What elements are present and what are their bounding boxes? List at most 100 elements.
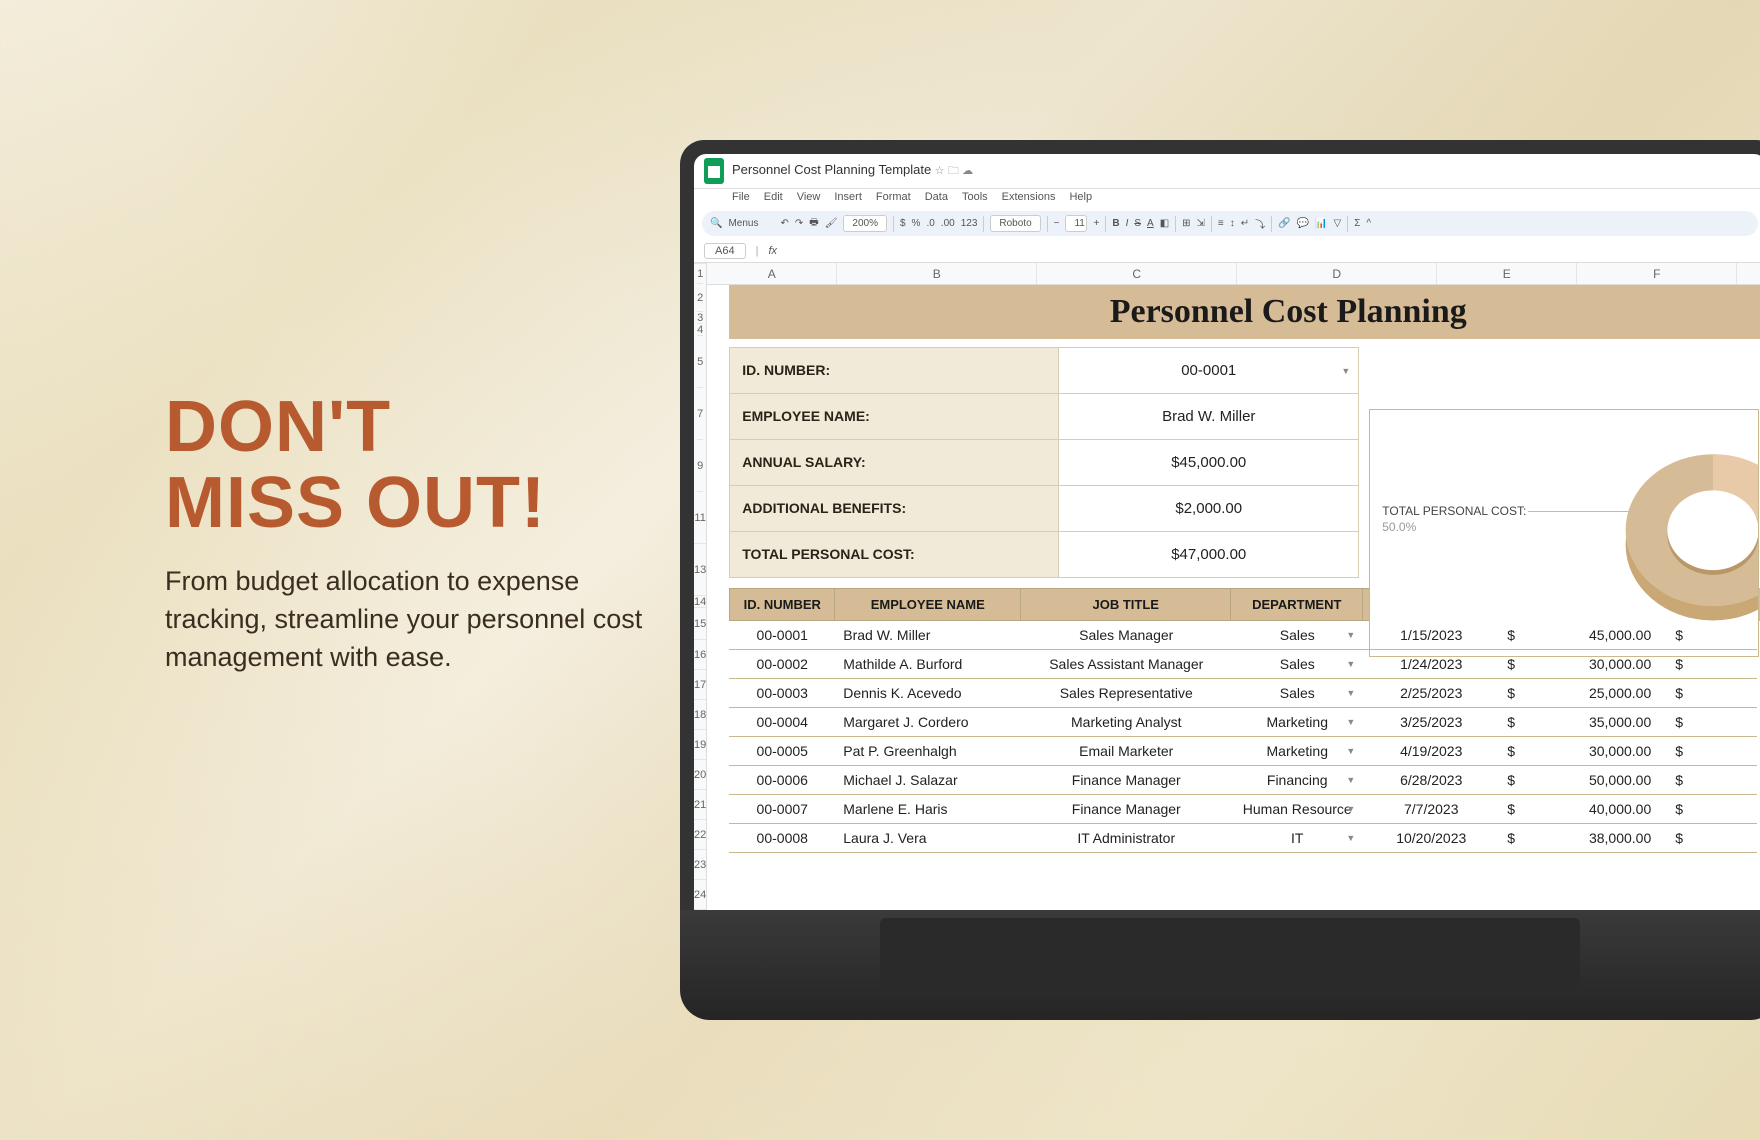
row-header[interactable]: 19	[694, 730, 706, 760]
table-cell[interactable]: $	[1667, 766, 1757, 795]
table-header[interactable]: EMPLOYEE NAME	[835, 588, 1021, 621]
caret-up-icon[interactable]: ^	[1366, 218, 1371, 229]
chart-icon[interactable]: 📊	[1315, 218, 1327, 229]
table-cell[interactable]: 1/24/2023	[1363, 650, 1499, 679]
sigma-icon[interactable]: Σ	[1354, 218, 1360, 229]
row-header[interactable]: 3	[697, 312, 703, 324]
table-row[interactable]: 00-0007Marlene E. HarisFinance ManagerHu…	[729, 795, 1760, 824]
menu-file[interactable]: File	[732, 191, 750, 203]
table-cell[interactable]: 7/7/2023	[1363, 795, 1499, 824]
menu-data[interactable]: Data	[925, 191, 948, 203]
decimal-inc-icon[interactable]: .00	[941, 218, 955, 229]
menu-help[interactable]: Help	[1069, 191, 1092, 203]
table-row[interactable]: 00-0002Mathilde A. BurfordSales Assistan…	[729, 650, 1760, 679]
row-header[interactable]: 4	[697, 324, 703, 336]
table-cell[interactable]: $38,000.00	[1499, 824, 1667, 853]
table-row[interactable]: 00-0004Margaret J. CorderoMarketing Anal…	[729, 708, 1760, 737]
row-header[interactable]: 1	[697, 264, 703, 284]
row-header[interactable]: 14	[694, 596, 706, 608]
table-cell[interactable]: $45,000.00	[1499, 621, 1667, 650]
name-box[interactable]: A64	[704, 243, 746, 259]
table-row[interactable]: 00-0001Brad W. MillerSales ManagerSales▼…	[729, 621, 1760, 650]
decimal-dec-icon[interactable]: .0	[926, 218, 934, 229]
cloud-icon[interactable]: ☁	[962, 165, 973, 177]
chevron-down-icon[interactable]: ▼	[1346, 775, 1355, 785]
row-header[interactable]: 21	[694, 790, 706, 820]
table-row[interactable]: 00-0003Dennis K. AcevedoSales Representa…	[729, 679, 1760, 708]
chevron-down-icon[interactable]: ▼	[1341, 366, 1350, 376]
table-cell[interactable]: $	[1667, 795, 1757, 824]
table-cell[interactable]: 10/20/2023	[1363, 824, 1499, 853]
borders-icon[interactable]: ⊞	[1182, 218, 1190, 229]
comment-icon[interactable]: 💬	[1297, 218, 1309, 229]
grid[interactable]: 123457911131415161718192021222324 ABCDEF…	[694, 263, 1760, 910]
table-cell[interactable]: $30,000.00	[1499, 737, 1667, 766]
row-header[interactable]: 9	[697, 440, 703, 492]
chevron-down-icon[interactable]: ▼	[1346, 630, 1355, 640]
table-cell[interactable]: $	[1667, 679, 1757, 708]
table-cell[interactable]: Sales▼	[1231, 621, 1363, 650]
paint-icon[interactable]: 🖌	[825, 218, 838, 229]
row-header[interactable]: 2	[697, 284, 703, 312]
table-cell[interactable]: $35,000.00	[1499, 708, 1667, 737]
table-cell[interactable]: $	[1667, 650, 1757, 679]
table-cell[interactable]: 00-0008	[729, 824, 835, 853]
table-cell[interactable]: $	[1667, 621, 1757, 650]
row-header[interactable]: 18	[694, 700, 706, 730]
table-cell[interactable]: 3/25/2023	[1363, 708, 1499, 737]
table-cell[interactable]: Sales Representative	[1021, 679, 1231, 708]
row-header[interactable]: 11	[694, 492, 705, 544]
rotate-icon[interactable]: ⤵	[1255, 216, 1265, 231]
table-header[interactable]: ID. NUMBER	[729, 588, 835, 621]
row-header[interactable]: 5	[697, 336, 703, 388]
fx-icon[interactable]: fx	[768, 245, 777, 257]
table-cell[interactable]: 00-0004	[729, 708, 835, 737]
wrap-icon[interactable]: ↵	[1241, 218, 1249, 229]
zoom-select[interactable]: 200%	[843, 215, 887, 232]
table-cell[interactable]: 00-0003	[729, 679, 835, 708]
table-cell[interactable]: Margaret J. Cordero	[835, 708, 1021, 737]
print-icon[interactable]: 🖶	[809, 215, 818, 232]
menu-tools[interactable]: Tools	[962, 191, 988, 203]
table-cell[interactable]: Dennis K. Acevedo	[835, 679, 1021, 708]
row-header[interactable]: 22	[694, 820, 706, 850]
percent-icon[interactable]: %	[912, 218, 921, 229]
chevron-down-icon[interactable]: ▼	[1346, 717, 1355, 727]
chevron-down-icon[interactable]: ▼	[1346, 688, 1355, 698]
font-dec-icon[interactable]: −	[1054, 218, 1060, 229]
menu-view[interactable]: View	[797, 191, 821, 203]
table-cell[interactable]: $	[1667, 737, 1757, 766]
table-cell[interactable]: $25,000.00	[1499, 679, 1667, 708]
table-cell[interactable]: Email Marketer	[1021, 737, 1231, 766]
donut-chart[interactable]: TOTAL PERSONAL COST: 50.0%	[1369, 409, 1759, 657]
folder-icon[interactable]: 🗀	[948, 165, 959, 177]
filter-icon[interactable]: ▽	[1334, 218, 1342, 229]
table-cell[interactable]: Marketing▼	[1231, 737, 1363, 766]
font-select[interactable]: Roboto	[990, 215, 1040, 232]
fill-color-icon[interactable]: ◧	[1160, 218, 1169, 229]
menu-format[interactable]: Format	[876, 191, 911, 203]
table-cell[interactable]: Laura J. Vera	[835, 824, 1021, 853]
table-cell[interactable]: 00-0001	[729, 621, 835, 650]
table-cell[interactable]: 1/15/2023	[1363, 621, 1499, 650]
strike-icon[interactable]: S	[1134, 218, 1141, 229]
star-icon[interactable]: ☆	[935, 165, 945, 177]
table-cell[interactable]: Michael J. Salazar	[835, 766, 1021, 795]
search-icon[interactable]: 🔍	[710, 218, 722, 229]
summary-value[interactable]: $45,000.00	[1059, 440, 1359, 486]
sheets-icon[interactable]	[704, 158, 724, 184]
table-cell[interactable]: Finance Manager	[1021, 766, 1231, 795]
chevron-down-icon[interactable]: ▼	[1346, 659, 1355, 669]
table-cell[interactable]: IT▼	[1231, 824, 1363, 853]
table-cell[interactable]: IT Administrator	[1021, 824, 1231, 853]
table-cell[interactable]: $50,000.00	[1499, 766, 1667, 795]
summary-value[interactable]: Brad W. Miller	[1059, 394, 1359, 440]
table-cell[interactable]: Sales Manager	[1021, 621, 1231, 650]
table-cell[interactable]: Mathilde A. Burford	[835, 650, 1021, 679]
redo-icon[interactable]: ↷	[795, 218, 803, 229]
currency-icon[interactable]: $	[900, 218, 906, 229]
row-header[interactable]: 17	[694, 670, 706, 700]
row-header[interactable]: 23	[694, 850, 706, 880]
table-cell[interactable]: Sales Assistant Manager	[1021, 650, 1231, 679]
table-cell[interactable]: 4/19/2023	[1363, 737, 1499, 766]
